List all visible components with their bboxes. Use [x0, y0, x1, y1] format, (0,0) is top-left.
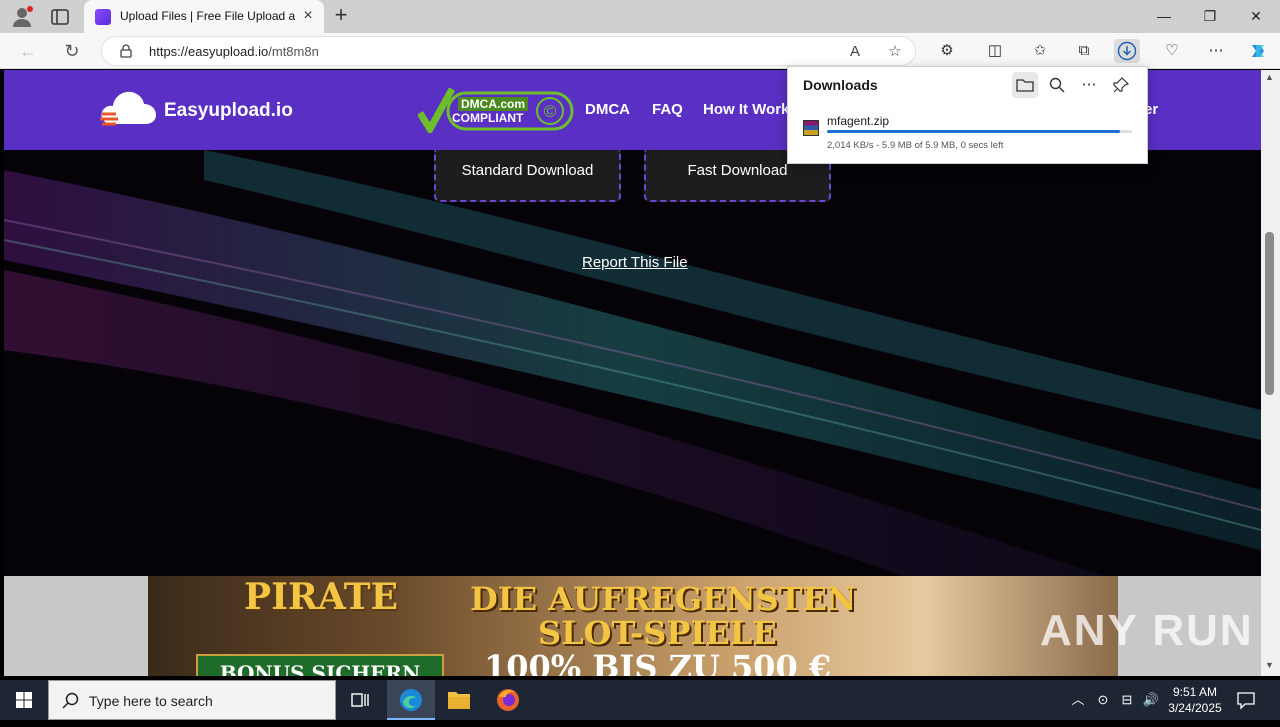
dmca-line1: DMCA.com: [458, 97, 529, 111]
refresh-button[interactable]: ↻: [60, 39, 84, 63]
downloads-title: Downloads: [803, 77, 878, 93]
network-icon[interactable]: ⊟: [1117, 690, 1137, 710]
download-progress-fill: [827, 130, 1120, 133]
downloads-icon[interactable]: [1114, 39, 1140, 63]
clock-date: 3/24/2025: [1168, 701, 1222, 715]
ad-pirate-logo: PIRATE: [244, 576, 399, 618]
task-view-icon[interactable]: [336, 680, 384, 720]
browser-essentials-icon[interactable]: ♡: [1159, 39, 1185, 63]
minimize-button[interactable]: —: [1141, 0, 1187, 33]
taskbar-search-box[interactable]: Type here to search: [48, 680, 336, 720]
tray-overflow-icon[interactable]: ︿: [1068, 690, 1088, 710]
nav-dmca[interactable]: DMCA: [585, 101, 630, 118]
firefox-icon[interactable]: [484, 680, 532, 720]
browser-toolbar: ← ↻ https://easyupload.io/mt8m8n A ☆ ⚙ ◫…: [0, 33, 1280, 69]
notifications-icon[interactable]: [1236, 690, 1256, 710]
file-explorer-icon[interactable]: [435, 680, 483, 720]
scroll-down-icon[interactable]: ▼: [1265, 660, 1274, 670]
windows-taskbar: Type here to search ︿ ⊙ ⊟ 🔊 9:51 AM 3/24…: [0, 680, 1280, 720]
scroll-up-icon[interactable]: ▲: [1265, 72, 1274, 82]
clock-time: 9:51 AM: [1172, 685, 1218, 699]
url-path: /mt8m8n: [268, 44, 319, 59]
ad-headline-3: 100% BIS ZU 500 €: [484, 648, 832, 676]
more-options-icon[interactable]: ⋯: [1076, 72, 1102, 98]
address-bar[interactable]: https://easyupload.io/mt8m8n A ☆: [101, 36, 916, 66]
collections-icon[interactable]: ⧉: [1071, 39, 1097, 63]
download-progress-bar: [827, 130, 1132, 133]
dmca-badge[interactable]: © DMCA.com COMPLIANT: [417, 87, 574, 136]
profile-icon[interactable]: [10, 5, 34, 29]
ad-headline-1: DIE AUFREGENSTEN: [470, 580, 857, 618]
url-host: https://easyupload.io: [149, 44, 269, 59]
lock-icon[interactable]: [119, 44, 133, 58]
cloud-logo-icon: [100, 91, 156, 126]
system-clock[interactable]: 9:51 AM 3/24/2025: [1160, 684, 1230, 716]
favorite-star-icon[interactable]: ☆: [884, 41, 906, 63]
search-downloads-icon[interactable]: [1044, 72, 1070, 98]
windows-start-icon[interactable]: [0, 680, 48, 720]
url-text[interactable]: https://easyupload.io/mt8m8n: [149, 44, 319, 59]
volume-icon[interactable]: 🔊: [1141, 690, 1161, 710]
close-tab-icon[interactable]: ×: [300, 8, 316, 24]
logo-text: Easyupload.io: [164, 100, 293, 121]
edge-taskbar-icon[interactable]: [387, 680, 435, 720]
pin-icon[interactable]: [1108, 72, 1134, 98]
back-button[interactable]: ←: [16, 39, 40, 63]
favorites-icon[interactable]: ✩: [1027, 39, 1053, 63]
restore-button[interactable]: ❐: [1187, 0, 1233, 33]
browser-tab-bar: Upload Files | Free File Upload and × + …: [0, 0, 1280, 33]
open-folder-icon[interactable]: [1012, 72, 1038, 98]
page-scrollbar[interactable]: ▲ ▼: [1261, 70, 1280, 676]
page-background: [4, 150, 1261, 576]
report-file-link[interactable]: Report This File: [582, 254, 688, 271]
settings-more-icon[interactable]: ⋯: [1203, 39, 1229, 63]
zip-file-icon: [803, 120, 819, 136]
nav-faq[interactable]: FAQ: [652, 101, 683, 118]
ad-bonus-button[interactable]: BONUS SICHERN: [196, 654, 444, 676]
dmca-line2: COMPLIANT: [452, 111, 524, 125]
ad-banner[interactable]: PIRATE DIE AUFREGENSTEN SLOT-SPIELE 100%…: [148, 576, 1118, 676]
search-placeholder: Type here to search: [89, 693, 213, 709]
read-aloud-icon[interactable]: A: [844, 41, 866, 63]
downloads-panel: Downloads ⋯ mfagent.zip 2,014 KB/s - 5.9…: [787, 66, 1148, 164]
extensions-icon[interactable]: ⚙: [934, 39, 960, 63]
download-file-name[interactable]: mfagent.zip: [827, 114, 889, 128]
tab-actions-icon[interactable]: [50, 7, 70, 27]
easyupload-favicon-icon: [95, 9, 111, 25]
nav-how-it-works[interactable]: How It Works: [703, 101, 798, 118]
tray-app-icon[interactable]: ⊙: [1093, 690, 1113, 710]
active-tab[interactable]: Upload Files | Free File Upload and ×: [84, 0, 324, 33]
anyrun-watermark: ANY RUN: [1040, 606, 1254, 655]
close-window-button[interactable]: ✕: [1233, 0, 1279, 33]
split-screen-icon[interactable]: ◫: [982, 39, 1008, 63]
download-status: 2,014 KB/s - 5.9 MB of 5.9 MB, 0 secs le…: [827, 140, 1004, 151]
standard-download-button[interactable]: Standard Download: [434, 150, 621, 202]
copilot-icon[interactable]: [1245, 39, 1271, 63]
scroll-thumb[interactable]: [1265, 232, 1274, 395]
ad-headline-2: SLOT-SPIELE: [538, 614, 777, 652]
search-icon: [61, 691, 81, 711]
light-streaks-background: [4, 150, 1261, 576]
tab-title: Upload Files | Free File Upload and: [120, 9, 296, 23]
svg-text:©: ©: [544, 102, 557, 121]
site-logo[interactable]: Easyupload.io: [98, 84, 293, 138]
new-tab-button[interactable]: +: [330, 4, 352, 27]
